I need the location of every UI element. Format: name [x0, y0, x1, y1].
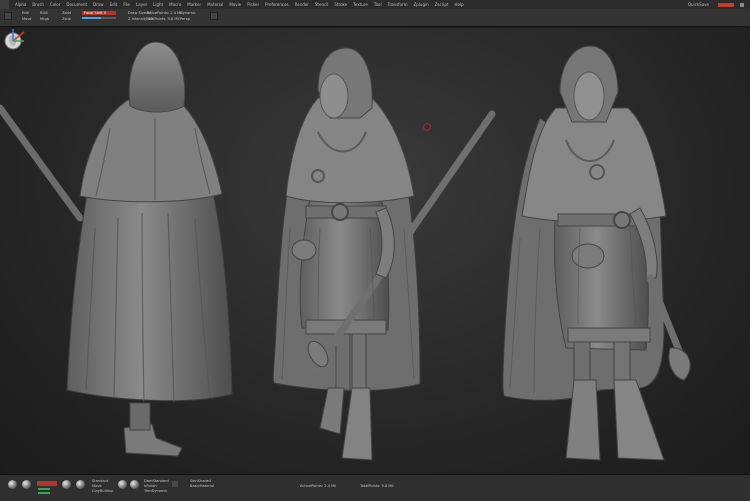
total-points-readout: TotalPoints: 9.8 Mil — [146, 17, 180, 21]
mid-head — [319, 73, 349, 119]
menu-item-preferences[interactable]: Preferences — [262, 2, 292, 7]
material-label-skinshade[interactable]: SkinShade4 — [190, 479, 211, 483]
menu-item-file[interactable]: File — [120, 2, 133, 7]
quicksave-button[interactable]: QuickSave — [685, 2, 712, 7]
menu-item-edit[interactable]: Edit — [107, 2, 121, 7]
sculpt-canvas — [0, 41, 691, 461]
color-swatch[interactable] — [718, 2, 734, 7]
color-indicator-icon — [38, 492, 50, 494]
back-capelet — [79, 99, 223, 203]
menu-item-zscript[interactable]: Zscript — [432, 2, 452, 7]
dynamic-button[interactable]: Dynamic — [180, 11, 196, 15]
window-control-icon[interactable] — [740, 2, 744, 7]
brush-label-claybuildup[interactable]: ClayBuildup — [92, 489, 113, 493]
menu-item-zplugin[interactable]: Zplugin — [411, 2, 432, 7]
menu-item-stroke[interactable]: Stroke — [331, 2, 350, 7]
brush-label-standard[interactable]: Standard — [92, 479, 108, 483]
persp-button[interactable]: Persp — [180, 17, 196, 21]
brush-standard-icon[interactable] — [62, 480, 71, 489]
brush-polish-icon[interactable] — [130, 480, 139, 489]
brush-dam-icon[interactable] — [118, 480, 127, 489]
figure-back-view — [0, 41, 233, 457]
menu-item-color[interactable]: Color — [47, 2, 63, 7]
front-head — [573, 71, 605, 121]
color-picker-button[interactable] — [37, 481, 57, 486]
material-sphere-icon[interactable] — [8, 480, 17, 489]
color-indicator-icon — [38, 488, 50, 490]
move-mode-button[interactable]: Move — [22, 17, 32, 21]
navigation-gizmo-icon[interactable] — [0, 28, 26, 54]
brush-label-hpolish[interactable]: hPolish — [144, 484, 157, 488]
menu-item-draw[interactable]: Draw — [90, 2, 106, 7]
projection-master-icon[interactable] — [4, 12, 12, 20]
menu-item-material[interactable]: Material — [204, 2, 226, 7]
mrgb-button[interactable]: Mrgb — [40, 17, 49, 21]
document-viewport[interactable] — [0, 28, 750, 474]
app-logo-icon — [0, 0, 9, 9]
menu-item-light[interactable]: Light — [150, 2, 166, 7]
zsub-button[interactable]: Zsub — [62, 17, 71, 21]
slider-fill — [82, 17, 101, 19]
menu-item-brush[interactable]: Brush — [29, 2, 47, 7]
menu-item-transform[interactable]: Transform — [385, 2, 411, 7]
brush-label-trimdynamic[interactable]: TrimDynamic — [144, 489, 168, 493]
mid-boot-right — [341, 387, 373, 461]
menu-item-movie[interactable]: Movie — [226, 2, 244, 7]
menu-item-texture[interactable]: Texture — [350, 2, 371, 7]
menu-bar: Alpha Brush Color Document Draw Edit Fil… — [0, 0, 750, 9]
menu-item-layer[interactable]: Layer — [133, 2, 150, 7]
total-points-footer: TotalPoints: 9.8 Mil — [360, 484, 394, 488]
focal-shift-slider[interactable]: Focal Shift 0 — [82, 11, 116, 15]
menu-item-render[interactable]: Render — [292, 2, 312, 7]
menu-item-alpha[interactable]: Alpha — [12, 2, 29, 7]
transpose-pivot-icon[interactable] — [423, 123, 431, 131]
back-hood — [128, 41, 186, 113]
menu-item-tool[interactable]: Tool — [371, 2, 385, 7]
brush-move-icon[interactable] — [76, 480, 85, 489]
edit-mode-button[interactable]: Edit — [22, 11, 32, 15]
figure-front-view — [502, 45, 691, 461]
menu-item-picker[interactable]: Picker — [244, 2, 262, 7]
staff-left — [0, 104, 84, 222]
bottom-shelf: Standard Move ClayBuildup DamStandard hP… — [0, 474, 750, 501]
focal-shift-track[interactable] — [82, 17, 116, 19]
axe-head — [668, 347, 691, 381]
active-points-readout: ActivePoints: 2.4 Mil — [146, 11, 183, 15]
tool-shelf: Edit Move RGB Mrgb Zadd Zsub Focal Shift… — [0, 9, 750, 27]
rgb-button[interactable]: RGB — [40, 11, 49, 15]
active-points-footer: ActivePoints: 2.4 Mil — [300, 484, 337, 488]
mid-boot-left — [319, 387, 345, 435]
menu-item-marker[interactable]: Marker — [184, 2, 204, 7]
brush-label-damstandard[interactable]: DamStandard — [144, 479, 169, 483]
zadd-button[interactable]: Zadd — [62, 11, 71, 15]
stroke-icon[interactable] — [172, 481, 178, 487]
menu-item-document[interactable]: Document — [63, 2, 90, 7]
brush-label-move[interactable]: Move — [92, 484, 102, 488]
floor-grid-icon[interactable] — [210, 12, 218, 20]
material-label-basic[interactable]: BasicMaterial — [190, 484, 214, 488]
menu-item-stencil[interactable]: Stencil — [312, 2, 332, 7]
menu-item-macro[interactable]: Macro — [166, 2, 184, 7]
front-boot-right — [613, 379, 665, 461]
figure-three-quarter-view — [272, 47, 496, 461]
menu-item-help[interactable]: Help — [452, 2, 467, 7]
material-sphere-icon[interactable] — [22, 480, 31, 489]
